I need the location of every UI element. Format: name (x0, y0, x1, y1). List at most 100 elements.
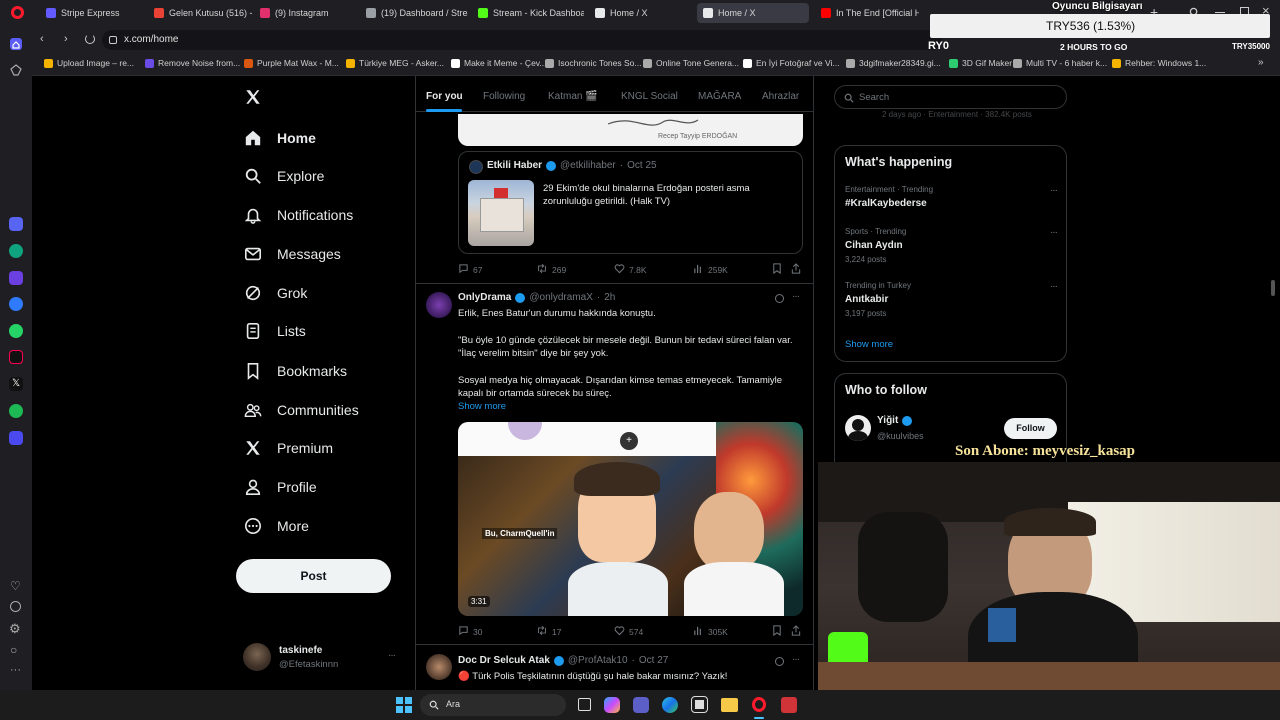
explorer-icon[interactable] (721, 698, 738, 712)
tweet-video[interactable]: Bu, CharmQuell'in 3:31 + (458, 422, 803, 616)
follow-avatar[interactable] (845, 415, 871, 441)
browser-tab[interactable]: (19) Dashboard / Stream (360, 3, 468, 23)
nav-item-home[interactable]: Home (243, 124, 316, 152)
post-button[interactable]: Post (236, 559, 391, 593)
browser-tab[interactable]: Home / X (697, 3, 809, 23)
copilot-icon[interactable] (604, 697, 620, 713)
settings-icon[interactable]: ⚙ (9, 621, 21, 637)
browser-tab[interactable]: Gelen Kutusu (516) - no (148, 3, 252, 23)
tweet-more-icon[interactable]: ··· (792, 291, 800, 302)
x-logo-icon[interactable] (244, 88, 262, 109)
bookmark-item[interactable]: Online Tone Genera... (643, 58, 739, 68)
quoted-tweet[interactable]: Etkili Haber @etkilihaber · Oct 25 29 Ek… (458, 151, 803, 254)
like-button[interactable]: 7.8K (614, 263, 647, 276)
home-icon[interactable] (9, 37, 23, 54)
reload-icon[interactable] (85, 34, 95, 44)
account-more-icon[interactable]: ··· (388, 650, 396, 661)
feed-tab-3[interactable]: KNGL Social (621, 91, 678, 102)
nav-item-grok[interactable]: Grok (243, 279, 307, 307)
app-icon[interactable] (9, 271, 23, 285)
url-field[interactable]: x.com/home (102, 30, 942, 50)
grok-icon[interactable] (775, 657, 784, 666)
more-sidebar-icon[interactable]: ··· (10, 664, 21, 676)
trend-more-icon[interactable]: ··· (1050, 227, 1058, 238)
bookmark-item[interactable]: Purple Mat Wax - M... (244, 58, 339, 68)
edge-icon[interactable] (662, 697, 678, 713)
tweet-more-icon[interactable]: ··· (792, 654, 800, 665)
bookmark-item[interactable]: En İyi Fotoğraf ve Vi... (743, 58, 839, 68)
nav-item-explore[interactable]: Explore (243, 162, 324, 190)
taskbar-search[interactable]: Ara (420, 694, 566, 716)
bookmark-item[interactable]: 3D Gif Maker (949, 58, 1012, 68)
feed-tab-2[interactable]: Katman 🎬 (548, 91, 598, 102)
tweet-author[interactable]: OnlyDrama (458, 292, 511, 303)
follow-name[interactable]: Yiğit (877, 415, 898, 426)
forward-icon[interactable]: › (64, 33, 68, 45)
repost-button[interactable]: 17 (536, 625, 561, 638)
tweet-handle[interactable]: @ProfAtak10 (568, 655, 628, 666)
trend-more-icon[interactable]: ··· (1050, 185, 1058, 196)
windows-start-icon[interactable] (396, 697, 412, 713)
bookmark-item[interactable]: Türkiye MEG - Asker... (346, 58, 444, 68)
store-icon[interactable] (691, 696, 708, 713)
share-button[interactable] (791, 263, 801, 274)
bookmark-item[interactable]: Remove Noise from... (145, 58, 240, 68)
spotify-icon[interactable] (9, 404, 23, 418)
feed-tab-0[interactable]: For you (426, 91, 463, 102)
aria-icon[interactable] (9, 217, 23, 231)
bookmark-item[interactable]: Multi TV - 6 haber k... (1013, 58, 1107, 68)
pinboard-icon[interactable] (10, 64, 22, 79)
show-more-trends[interactable]: Show more (845, 339, 893, 350)
nav-item-premium[interactable]: Premium (243, 434, 333, 462)
tweet-avatar[interactable] (426, 654, 452, 680)
bookmark-button[interactable] (772, 625, 782, 636)
show-more-link[interactable]: Show more (458, 401, 506, 412)
like-button[interactable]: 574 (614, 625, 643, 638)
browser-tab[interactable]: (9) Instagram (254, 3, 358, 23)
tweet-date[interactable]: Oct 27 (639, 655, 668, 666)
tweet-time[interactable]: 2h (604, 292, 615, 303)
player-icon[interactable] (9, 431, 23, 445)
tweet-avatar[interactable] (426, 292, 452, 318)
views-button[interactable]: 259K (693, 263, 728, 276)
opera-taskbar-icon[interactable] (752, 697, 766, 712)
bookmarks-overflow-icon[interactable]: » (1258, 57, 1264, 68)
messenger-icon[interactable] (9, 297, 23, 311)
grok-icon[interactable] (775, 294, 784, 303)
follow-button[interactable]: Follow (1004, 418, 1057, 439)
nav-item-bookmarks[interactable]: Bookmarks (243, 357, 347, 385)
tweet-author[interactable]: Doc Dr Selcuk Atak (458, 655, 550, 666)
heart-icon[interactable]: ♡ (10, 579, 21, 593)
task-view-icon[interactable] (578, 698, 591, 711)
search-box[interactable]: Search (834, 85, 1067, 109)
bookmark-item[interactable]: 3dgifmaker28349.gi... (846, 58, 941, 68)
tweet-handle[interactable]: @onlydramaX (529, 292, 593, 303)
nav-item-profile[interactable]: Profile (243, 473, 317, 501)
nav-item-lists[interactable]: Lists (243, 317, 306, 345)
whatsapp-icon[interactable] (9, 324, 23, 338)
repost-button[interactable]: 269 (536, 263, 566, 276)
bookmark-item[interactable]: Make it Meme - Çev... (451, 58, 547, 68)
trend-more-icon[interactable]: ··· (1050, 281, 1058, 292)
reply-button[interactable]: 67 (458, 263, 482, 276)
bookmark-button[interactable] (772, 263, 782, 274)
bookmark-item[interactable]: Isochronic Tones So... (545, 58, 641, 68)
views-button[interactable]: 305K (693, 625, 728, 638)
opera-logo-icon[interactable] (11, 6, 24, 19)
tiktok-icon[interactable] (9, 350, 23, 364)
bookmark-item[interactable]: Upload Image – re... (44, 58, 134, 68)
feed-tab-1[interactable]: Following (483, 91, 525, 102)
back-icon[interactable]: ‹ (40, 33, 44, 45)
app-w-icon[interactable] (781, 697, 797, 713)
nav-item-messages[interactable]: Messages (243, 240, 341, 268)
expand-icon[interactable]: + (620, 432, 638, 450)
trend-item[interactable]: Sports · Trending Cihan Aydın 3,224 posts ·… (845, 227, 1058, 267)
bulb-icon[interactable]: ○ (10, 643, 17, 657)
bookmark-item[interactable]: Rehber: Windows 1... (1112, 58, 1206, 68)
nav-item-more[interactable]: More (243, 512, 309, 540)
x-app-icon[interactable]: 𝕏 (9, 377, 23, 391)
feed-tab-5[interactable]: Ahrazlar (762, 91, 799, 102)
trend-item[interactable]: Trending in Turkey Anıtkabir 3,197 posts ··… (845, 281, 1058, 321)
account-switcher[interactable]: taskinefe @Efetaskinnn ··· (243, 640, 408, 680)
chatgpt-icon[interactable] (9, 244, 23, 258)
